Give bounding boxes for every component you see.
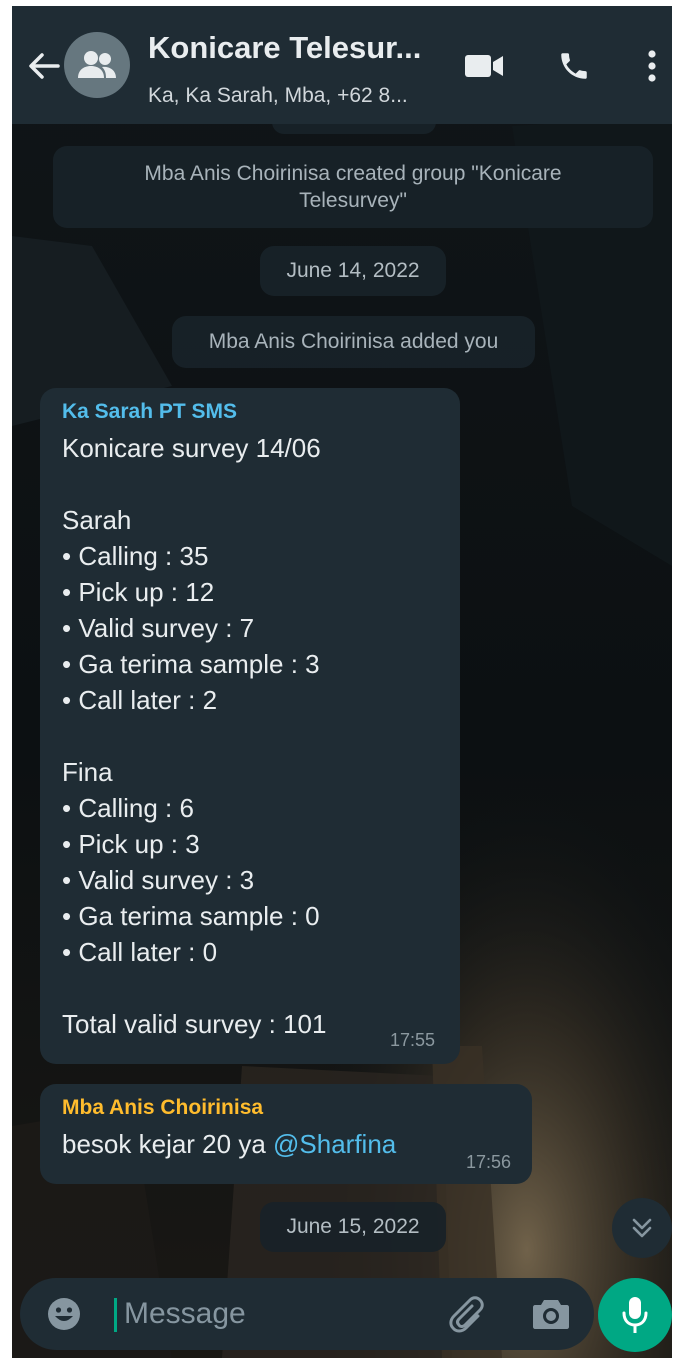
message-time: 17:55: [390, 1030, 436, 1050]
attach-button[interactable]: [448, 1294, 488, 1334]
text-caret: [114, 1298, 117, 1332]
microphone-icon: [622, 1297, 648, 1333]
phone-icon: [561, 53, 587, 79]
group-icon: [78, 51, 116, 78]
system-message-added: Mba Anis Choirinisa added you: [172, 316, 535, 368]
message-line: • Valid survey : 3: [62, 865, 255, 895]
video-call-button[interactable]: [462, 48, 506, 84]
group-avatar[interactable]: [64, 32, 130, 98]
back-button[interactable]: [24, 46, 64, 86]
chat-title[interactable]: Konicare Telesur...: [148, 30, 448, 66]
chat-header: Konicare Telesur... Ka, Ka Sarah, Mba, +…: [12, 6, 672, 124]
voice-message-button[interactable]: [598, 1278, 672, 1352]
message-line: Fina: [62, 757, 113, 787]
paperclip-icon: [449, 1296, 484, 1333]
message-line: Sarah: [62, 505, 132, 535]
scroll-to-bottom-button[interactable]: [612, 1198, 672, 1258]
message-line: • Ga terima sample : 3: [62, 649, 320, 679]
system-message-created: Mba Anis Choirinisa created group "Konic…: [53, 146, 653, 228]
message-sender[interactable]: Ka Sarah PT SMS: [62, 400, 438, 424]
message-bubble[interactable]: Ka Sarah PT SMS Konicare survey 14/06 Sar…: [40, 388, 460, 1064]
more-vertical-icon: [648, 50, 656, 82]
message-line: • Call later : 0: [62, 937, 218, 967]
message-line: • Pick up : 12: [62, 577, 215, 607]
mention-link[interactable]: @Sharfina: [273, 1129, 396, 1159]
date-divider: June 15, 2022: [260, 1202, 446, 1252]
message-line: Konicare survey 14/06: [62, 433, 321, 463]
emoji-icon: [48, 1298, 80, 1330]
video-call-icon: [465, 55, 503, 77]
message-text: besok kejar 20 ya @Sharfina: [62, 1126, 510, 1162]
message-line: • Valid survey : 7: [62, 613, 255, 643]
message-composer: Message: [20, 1278, 594, 1350]
arrow-left-icon: [29, 53, 60, 79]
message-text: Konicare survey 14/06 Sarah • Calling : 35…: [62, 430, 438, 1042]
chat-screen: Konicare Telesur... Ka, Ka Sarah, Mba, +…: [12, 6, 672, 1358]
chat-participants[interactable]: Ka, Ka Sarah, Mba, +62 8...: [148, 84, 448, 108]
date-divider: June 14, 2022: [260, 246, 446, 296]
message-input[interactable]: Message: [124, 1295, 246, 1333]
message-line: • Calling : 6: [62, 793, 194, 823]
emoji-button[interactable]: [46, 1296, 82, 1332]
message-time: 17:56: [466, 1152, 512, 1172]
message-line: • Calling : 35: [62, 541, 209, 571]
message-sender[interactable]: Mba Anis Choirinisa: [62, 1096, 510, 1120]
double-chevron-down-icon: [632, 1218, 652, 1238]
message-line: • Call later : 2: [62, 685, 218, 715]
message-line: • Ga terima sample : 0: [62, 901, 320, 931]
camera-icon: [533, 1300, 569, 1329]
voice-call-button[interactable]: [554, 48, 594, 84]
camera-button[interactable]: [532, 1296, 570, 1332]
message-line: Total valid survey : 101: [62, 1009, 327, 1039]
more-options-button[interactable]: [640, 48, 664, 84]
message-bubble[interactable]: Mba Anis Choirinisa besok kejar 20 ya @S…: [40, 1084, 532, 1184]
message-line: • Pick up : 3: [62, 829, 200, 859]
message-body: besok kejar 20 ya: [62, 1129, 274, 1159]
